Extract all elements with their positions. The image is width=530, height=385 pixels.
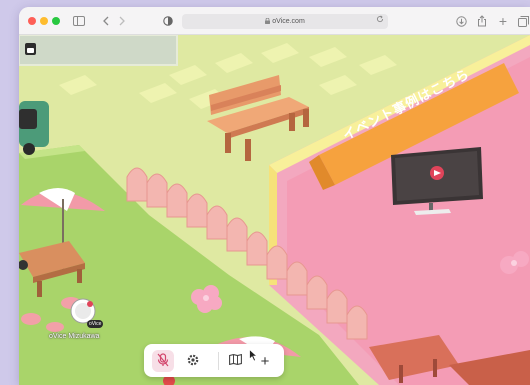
settings-button[interactable] — [182, 350, 204, 372]
bottom-control-bar: + — [144, 344, 284, 377]
lock-icon — [265, 17, 271, 26]
new-tab-icon[interactable]: + — [497, 13, 509, 29]
sidebar-icon[interactable] — [71, 13, 87, 29]
ovice-space-canvas[interactable]: イベント事例はこちら oVice oVice Mizukawa + — [19, 35, 530, 385]
map-button[interactable] — [224, 350, 246, 372]
address-bar[interactable]: oVice.com — [182, 14, 388, 29]
map-icon — [228, 353, 242, 368]
tabs-icon[interactable] — [517, 13, 529, 29]
zoom-window-button[interactable] — [52, 17, 60, 25]
url-text: oVice.com — [272, 18, 305, 25]
back-icon[interactable] — [99, 13, 111, 29]
minimize-window-button[interactable] — [40, 17, 48, 25]
toolbar-divider — [218, 352, 219, 370]
browser-window: oVice.com + イベント事例はこちら oVice oVice Mizuk… — [19, 7, 530, 385]
reload-icon[interactable] — [376, 15, 384, 25]
plus-icon: + — [260, 352, 270, 370]
share-icon[interactable] — [476, 13, 488, 29]
mic-off-icon — [157, 352, 169, 370]
close-window-button[interactable] — [28, 17, 36, 25]
browser-toolbar: oVice.com + — [19, 7, 530, 35]
mouse-pointer-icon — [249, 348, 259, 367]
forward-icon[interactable] — [116, 13, 128, 29]
download-icon[interactable] — [455, 13, 467, 29]
avatar-name-label: oVice Mizukawa — [49, 333, 100, 340]
avatar-badge: oVice — [87, 320, 104, 328]
gear-icon — [187, 354, 199, 369]
privacy-icon[interactable] — [162, 13, 174, 29]
microphone-muted-button[interactable] — [152, 350, 174, 372]
